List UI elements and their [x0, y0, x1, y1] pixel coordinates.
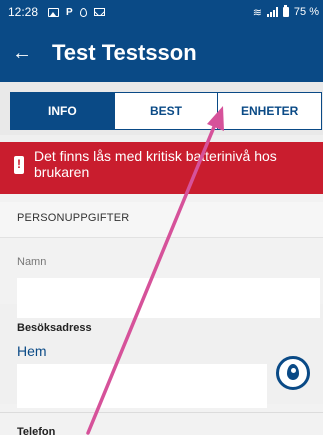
- battery-warning-icon: [14, 156, 24, 174]
- tab-info[interactable]: INFO: [11, 93, 114, 129]
- content-area: PERSONUPPGIFTER Namn Besöksadress Hem Te…: [0, 194, 323, 435]
- battery-alert-banner: Det finns lås med kritisk batterinivå ho…: [0, 142, 323, 194]
- system-icons: ≋ 75 %: [252, 5, 319, 19]
- back-arrow-icon[interactable]: ←: [12, 42, 42, 65]
- page-title: Test Testsson: [52, 40, 197, 65]
- mail-notification-icon: [93, 8, 105, 16]
- image-notification-icon: [48, 7, 60, 17]
- location-notification-icon: [79, 7, 87, 17]
- visit-address-label: Besöksadress: [17, 322, 92, 334]
- status-time: 12:28: [8, 5, 39, 19]
- name-field[interactable]: [17, 278, 320, 318]
- name-label: Namn: [17, 256, 47, 268]
- p-notification-icon: P: [66, 6, 73, 18]
- tab-best[interactable]: BEST: [113, 93, 218, 129]
- location-button[interactable]: [276, 356, 310, 390]
- signal-icon: [266, 7, 278, 17]
- divider: [0, 412, 323, 413]
- location-pin-icon: [287, 364, 299, 380]
- alert-text: Det finns lås med kritisk batterinivå ho…: [34, 148, 277, 180]
- tab-enheter[interactable]: ENHETER: [217, 93, 321, 129]
- address-field[interactable]: [17, 364, 267, 408]
- notification-icons: P: [48, 7, 105, 18]
- app-bar: ← Test Testsson: [0, 24, 323, 82]
- wifi-icon: ≋: [252, 6, 262, 19]
- battery-icon: [282, 5, 289, 17]
- segmented-tabs: INFO BEST ENHETER: [10, 92, 322, 130]
- phone-label: Telefon: [17, 426, 56, 435]
- status-bar: 12:28 P ≋ 75 %: [0, 0, 323, 24]
- tab-bar: INFO BEST ENHETER: [0, 82, 323, 135]
- address-type-link[interactable]: Hem: [17, 343, 47, 359]
- battery-percent: 75 %: [293, 6, 319, 18]
- section-title: PERSONUPPGIFTER: [0, 202, 323, 238]
